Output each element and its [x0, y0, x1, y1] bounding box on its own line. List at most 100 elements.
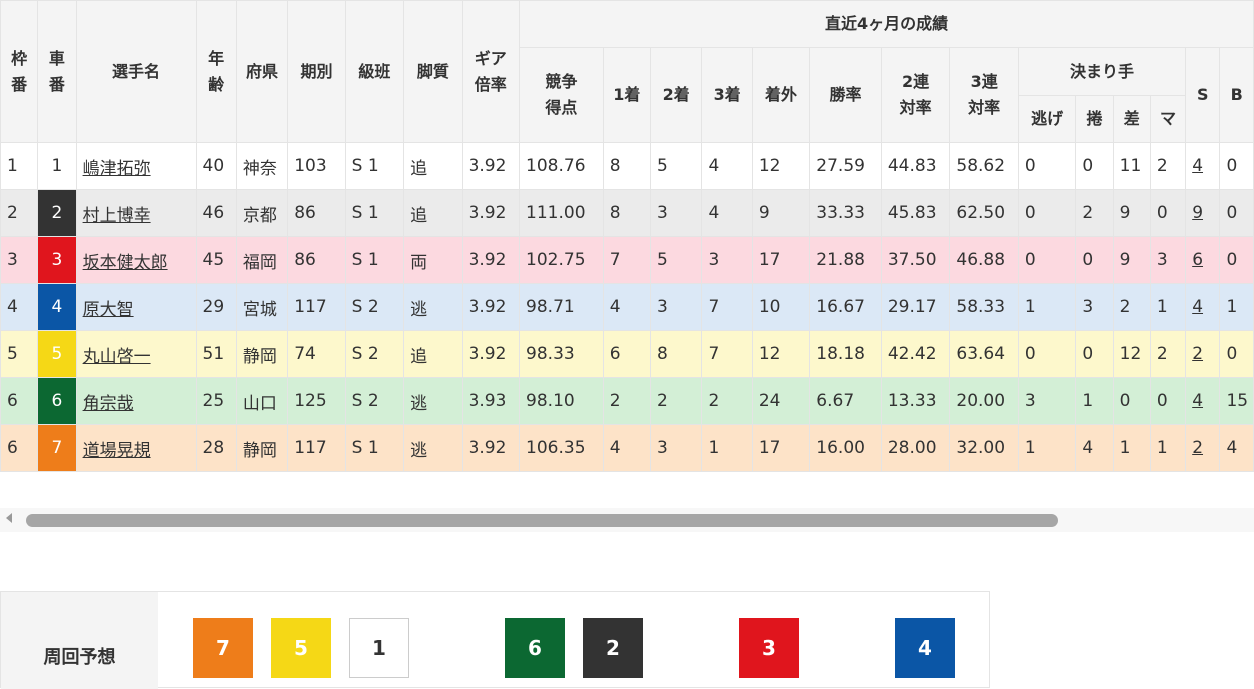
sashi-cell: 12	[1112, 330, 1151, 378]
first-place-cell: 8	[602, 142, 652, 190]
waku-cell: 6	[0, 424, 39, 472]
b-count-cell: 0	[1219, 236, 1254, 284]
third-place-cell: 4	[701, 189, 753, 237]
out-cell: 9	[751, 189, 811, 237]
style-cell: 追	[403, 189, 463, 237]
makuri-cell: 0	[1075, 142, 1114, 190]
win-rate-cell: 33.33	[809, 189, 882, 237]
gear-ratio-cell: 3.92	[461, 142, 521, 190]
term-cell: 86	[287, 236, 346, 284]
car-number: 3	[37, 236, 77, 284]
mark-cell: 0	[1149, 189, 1187, 237]
third-place-cell: 4	[701, 142, 753, 190]
waku-cell: 1	[0, 142, 39, 190]
win-rate-cell: 6.67	[809, 377, 882, 425]
quinella-rate-cell: 13.33	[880, 377, 951, 425]
prediction-box: 2	[583, 618, 643, 678]
trifecta-rate-cell: 46.88	[949, 236, 1019, 284]
header-term: 期別	[287, 0, 346, 143]
s-count-link[interactable]: 4	[1192, 156, 1203, 176]
b-count-cell: 0	[1219, 330, 1254, 378]
nige-cell: 1	[1017, 424, 1077, 472]
s-count-link[interactable]: 2	[1192, 344, 1203, 364]
makuri-cell: 1	[1075, 377, 1114, 425]
gear-ratio-cell: 3.92	[461, 189, 521, 237]
first-place-cell: 2	[602, 377, 652, 425]
prefecture-cell: 神奈	[235, 142, 289, 190]
age-cell: 46	[195, 189, 237, 237]
racer-name: 嶋津拓弥	[75, 142, 197, 190]
mark-cell: 1	[1149, 424, 1187, 472]
age-cell: 29	[195, 283, 237, 331]
s-count-link[interactable]: 4	[1192, 297, 1203, 317]
racer-name: 角宗哉	[75, 377, 197, 425]
age-cell: 51	[195, 330, 237, 378]
mark-cell: 2	[1149, 142, 1187, 190]
second-place-cell: 3	[650, 189, 703, 237]
second-place-cell: 8	[650, 330, 703, 378]
racer-name-link[interactable]: 道場晃規	[83, 441, 151, 461]
horizontal-scrollbar[interactable]	[0, 508, 1254, 532]
out-cell: 12	[751, 142, 811, 190]
header-score: 競争得点	[519, 47, 604, 143]
term-cell: 117	[287, 283, 346, 331]
second-place-cell: 3	[650, 424, 703, 472]
header-b: B	[1219, 47, 1254, 143]
racer-name-link[interactable]: 原大智	[83, 300, 134, 320]
car-number: 5	[37, 330, 77, 378]
age-cell: 40	[195, 142, 237, 190]
second-place-cell: 3	[650, 283, 703, 331]
lap-prediction-panel: 周回予想 7 5 1 6 2 3 4	[0, 591, 990, 689]
style-cell: 逃	[403, 424, 463, 472]
car-number: 4	[37, 283, 77, 331]
nige-cell: 0	[1017, 142, 1077, 190]
racer-name-link[interactable]: 角宗哉	[83, 394, 134, 414]
racer-name-link[interactable]: 村上博幸	[83, 206, 151, 226]
sashi-cell: 0	[1112, 377, 1151, 425]
racer-name: 原大智	[75, 283, 197, 331]
mark-cell: 0	[1149, 377, 1187, 425]
racer-row: 5 5 丸山啓一 51 静岡 74 S 2 追 3.92 98.33 6 8 7 12 18.18 42.42…	[0, 330, 1254, 378]
class-cell: S 1	[344, 142, 405, 190]
out-cell: 12	[751, 330, 811, 378]
sashi-cell: 1	[1112, 424, 1151, 472]
style-cell: 追	[403, 142, 463, 190]
racer-name-link[interactable]: 坂本健太郎	[83, 253, 168, 273]
trifecta-rate-cell: 63.64	[949, 330, 1019, 378]
style-cell: 両	[403, 236, 463, 284]
s-count-cell: 2	[1185, 330, 1221, 378]
mark-cell: 2	[1149, 330, 1187, 378]
s-count-link[interactable]: 6	[1192, 250, 1203, 270]
b-count-cell: 1	[1219, 283, 1254, 331]
racer-name-link[interactable]: 嶋津拓弥	[83, 159, 151, 179]
waku-cell: 3	[0, 236, 39, 284]
racer-name: 道場晃規	[75, 424, 197, 472]
age-cell: 45	[195, 236, 237, 284]
score-cell: 106.35	[519, 424, 604, 472]
s-count-link[interactable]: 4	[1192, 391, 1203, 411]
header-trifecta-rate: 3連対率	[949, 47, 1019, 143]
prediction-box: 5	[271, 618, 331, 678]
header-nige: 逃げ	[1017, 95, 1077, 143]
trifecta-rate-cell: 20.00	[949, 377, 1019, 425]
first-place-cell: 4	[602, 424, 652, 472]
racer-name-link[interactable]: 丸山啓一	[83, 347, 151, 367]
prediction-box: 4	[895, 618, 955, 678]
mark-cell: 3	[1149, 236, 1187, 284]
first-place-cell: 8	[602, 189, 652, 237]
s-count-link[interactable]: 9	[1192, 203, 1203, 223]
prediction-box: 1	[349, 618, 409, 678]
style-cell: 逃	[403, 377, 463, 425]
s-count-link[interactable]: 2	[1192, 438, 1203, 458]
scroll-left-arrow-icon[interactable]	[6, 513, 12, 523]
out-cell: 17	[751, 424, 811, 472]
age-cell: 25	[195, 377, 237, 425]
prediction-box: 6	[505, 618, 565, 678]
makuri-cell: 0	[1075, 330, 1114, 378]
scrollbar-thumb[interactable]	[26, 514, 1058, 527]
car-number: 6	[37, 377, 77, 425]
nige-cell: 0	[1017, 236, 1077, 284]
waku-cell: 4	[0, 283, 39, 331]
car-number: 2	[37, 189, 77, 237]
b-count-cell: 0	[1219, 142, 1254, 190]
